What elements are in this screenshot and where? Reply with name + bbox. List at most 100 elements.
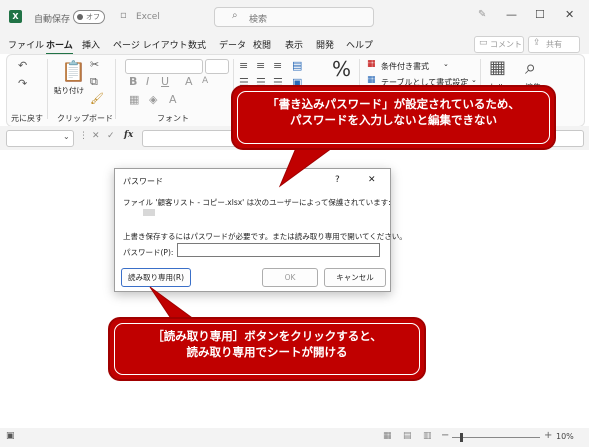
dialog-close-icon[interactable]: ✕ bbox=[368, 175, 376, 185]
align-middle-icon[interactable]: ≡ bbox=[256, 59, 265, 72]
cancel-button[interactable]: キャンセル bbox=[324, 268, 386, 287]
username-placeholder bbox=[143, 209, 155, 216]
redo-icon[interactable]: ↷ bbox=[18, 77, 27, 90]
zoom-slider[interactable] bbox=[452, 433, 540, 442]
comment-label: コメント bbox=[490, 40, 522, 49]
align-top-icon[interactable]: ≡ bbox=[239, 59, 248, 72]
font-name-dropdown[interactable] bbox=[125, 59, 203, 74]
find-icon[interactable]: ⌕ bbox=[525, 55, 536, 79]
ok-button[interactable]: OK bbox=[262, 268, 318, 287]
bottom-callout-frame: ［読み取り専用］ボタンをクリックすると、 読み取り専用でシートが開ける bbox=[114, 323, 420, 375]
page-layout-view-icon[interactable]: ▤ bbox=[403, 431, 412, 441]
name-box-chevron-icon: ⌄ bbox=[63, 132, 70, 141]
tab-view[interactable]: 表示 bbox=[285, 38, 303, 51]
title-bar: X 自動保存 オフ ▫ Excel ⌕ 検索 ✎ — ☐ ✕ bbox=[0, 0, 589, 34]
grow-font-icon[interactable]: A bbox=[185, 75, 193, 88]
share-button[interactable]: ⇪ 共有 bbox=[528, 36, 580, 53]
format-painter-icon[interactable]: 🖌 bbox=[90, 92, 104, 105]
italic-icon[interactable]: I bbox=[146, 75, 149, 88]
bold-icon[interactable]: B bbox=[129, 75, 137, 88]
insert-function-icon[interactable]: fx bbox=[124, 130, 133, 140]
tab-data[interactable]: データ bbox=[219, 38, 246, 51]
password-required-text: 上書き保存するにはパスワードが必要です。または読み取り専用で開いてください。 bbox=[123, 232, 407, 241]
undo-icon[interactable]: ↶ bbox=[18, 59, 27, 72]
pen-icon[interactable]: ✎ bbox=[478, 9, 486, 20]
top-callout-frame: 「書き込みパスワード」が設定されているため、 パスワードを入力しないと編集できな… bbox=[237, 91, 550, 144]
top-callout-line-1: 「書き込みパスワード」が設定されているため、 bbox=[267, 97, 520, 111]
zoom-in-icon[interactable]: + bbox=[544, 430, 552, 441]
bottom-callout-line-2: 読み取り専用でシートが開ける bbox=[186, 345, 348, 359]
tab-formulas[interactable]: 数式 bbox=[188, 38, 206, 51]
fill-color-icon[interactable]: ◈ bbox=[149, 93, 157, 106]
password-field[interactable] bbox=[177, 243, 380, 257]
conditional-format-icon: ▦ bbox=[367, 59, 376, 69]
search-icon: ⌕ bbox=[232, 10, 238, 21]
excel-logo-icon: X bbox=[9, 10, 22, 23]
zoom-out-icon[interactable]: − bbox=[441, 430, 449, 441]
minimize-icon[interactable]: — bbox=[506, 8, 517, 21]
table-format-icon: ▦ bbox=[367, 75, 376, 85]
formula-options-icon: ⋮ bbox=[79, 131, 88, 141]
autosave-state: オフ bbox=[86, 13, 100, 21]
paste-label[interactable]: 貼り付け bbox=[54, 85, 84, 96]
table-format-chevron-icon: ⌄ bbox=[471, 76, 477, 84]
normal-view-icon[interactable]: ▦ bbox=[383, 431, 392, 441]
copy-icon[interactable]: ⧉ bbox=[90, 75, 98, 89]
undo-group-label: 元に戻す bbox=[11, 114, 43, 123]
conditional-format-button[interactable]: 条件付き書式 bbox=[381, 61, 429, 72]
cells-icon[interactable]: ▦ bbox=[489, 57, 506, 78]
top-callout-line-2: パスワードを入力しないと編集できない bbox=[290, 113, 497, 127]
clipboard-group-label: クリップボード bbox=[57, 114, 113, 123]
zoom-slider-thumb[interactable] bbox=[460, 433, 463, 442]
share-icon: ⇪ bbox=[533, 38, 541, 48]
enter-formula-icon[interactable]: ✓ bbox=[107, 131, 115, 141]
zoom-level[interactable]: 10% bbox=[556, 432, 574, 441]
group-divider bbox=[115, 59, 116, 119]
tab-developer[interactable]: 開発 bbox=[316, 38, 334, 51]
shrink-font-icon[interactable]: A bbox=[202, 76, 208, 86]
paste-icon[interactable]: 📋 bbox=[61, 59, 86, 83]
search-placeholder: 検索 bbox=[249, 15, 268, 25]
comment-button[interactable]: ▭ コメント bbox=[474, 36, 524, 53]
border-icon[interactable]: ▦ bbox=[129, 93, 139, 106]
font-size-dropdown[interactable] bbox=[205, 59, 229, 74]
tab-home[interactable]: ホーム bbox=[46, 38, 73, 55]
underline-icon[interactable]: U bbox=[161, 75, 169, 88]
cancel-formula-icon[interactable]: ✕ bbox=[92, 131, 100, 141]
cut-icon[interactable]: ✂ bbox=[90, 58, 99, 71]
autosave-label: 自動保存 bbox=[34, 15, 71, 25]
dialog-title: パスワード bbox=[123, 177, 163, 186]
ribbon-tabs: ファイル ホーム 挿入 ページ レイアウト 数式 データ 校閲 表示 開発 ヘル… bbox=[0, 34, 589, 55]
close-icon[interactable]: ✕ bbox=[565, 8, 574, 21]
bottom-callout: ［読み取り専用］ボタンをクリックすると、 読み取り専用でシートが開ける bbox=[108, 317, 426, 381]
group-divider bbox=[47, 59, 48, 119]
bottom-callout-line-1: ［読み取り専用］ボタンをクリックすると、 bbox=[152, 329, 382, 343]
autosave-toggle-knob-icon bbox=[77, 14, 83, 20]
save-icon[interactable]: ▫ bbox=[120, 10, 127, 21]
maximize-icon[interactable]: ☐ bbox=[535, 8, 545, 21]
read-only-button[interactable]: 読み取り専用(R) bbox=[121, 268, 191, 287]
help-icon[interactable]: ? bbox=[335, 175, 340, 185]
tab-help[interactable]: ヘルプ bbox=[346, 38, 373, 51]
status-bar: ▣ ▦ ▤ ▥ − + 10% bbox=[0, 428, 589, 447]
tab-insert[interactable]: 挿入 bbox=[82, 38, 100, 51]
percent-icon[interactable]: % bbox=[332, 57, 351, 81]
password-label: パスワード(P): bbox=[123, 248, 174, 257]
conditional-format-chevron-icon: ⌄ bbox=[443, 60, 449, 68]
protected-by-text: ファイル '顧客リスト - コピー.xlsx' は次のユーザーによって保護されて… bbox=[123, 198, 391, 207]
app-name: Excel bbox=[136, 12, 160, 22]
tab-review[interactable]: 校閲 bbox=[253, 38, 271, 51]
top-callout: 「書き込みパスワード」が設定されているため、 パスワードを入力しないと編集できな… bbox=[231, 85, 556, 150]
search-box[interactable]: ⌕ 検索 bbox=[214, 7, 374, 27]
password-dialog: パスワード ? ✕ ファイル '顧客リスト - コピー.xlsx' は次のユーザ… bbox=[114, 168, 407, 292]
page-break-view-icon[interactable]: ▥ bbox=[423, 431, 432, 441]
font-group-label: フォント bbox=[157, 114, 189, 123]
align-bottom-icon[interactable]: ≡ bbox=[273, 59, 282, 72]
wrap-text-icon[interactable]: ▤ bbox=[292, 59, 302, 72]
macro-record-icon[interactable]: ▣ bbox=[6, 431, 15, 441]
font-color-icon[interactable]: A bbox=[169, 93, 177, 106]
name-box[interactable]: ⌄ bbox=[6, 130, 74, 147]
autosave-toggle[interactable]: オフ bbox=[73, 10, 105, 24]
tab-page-layout[interactable]: ページ レイアウト bbox=[113, 38, 188, 51]
tab-file[interactable]: ファイル bbox=[8, 38, 44, 51]
